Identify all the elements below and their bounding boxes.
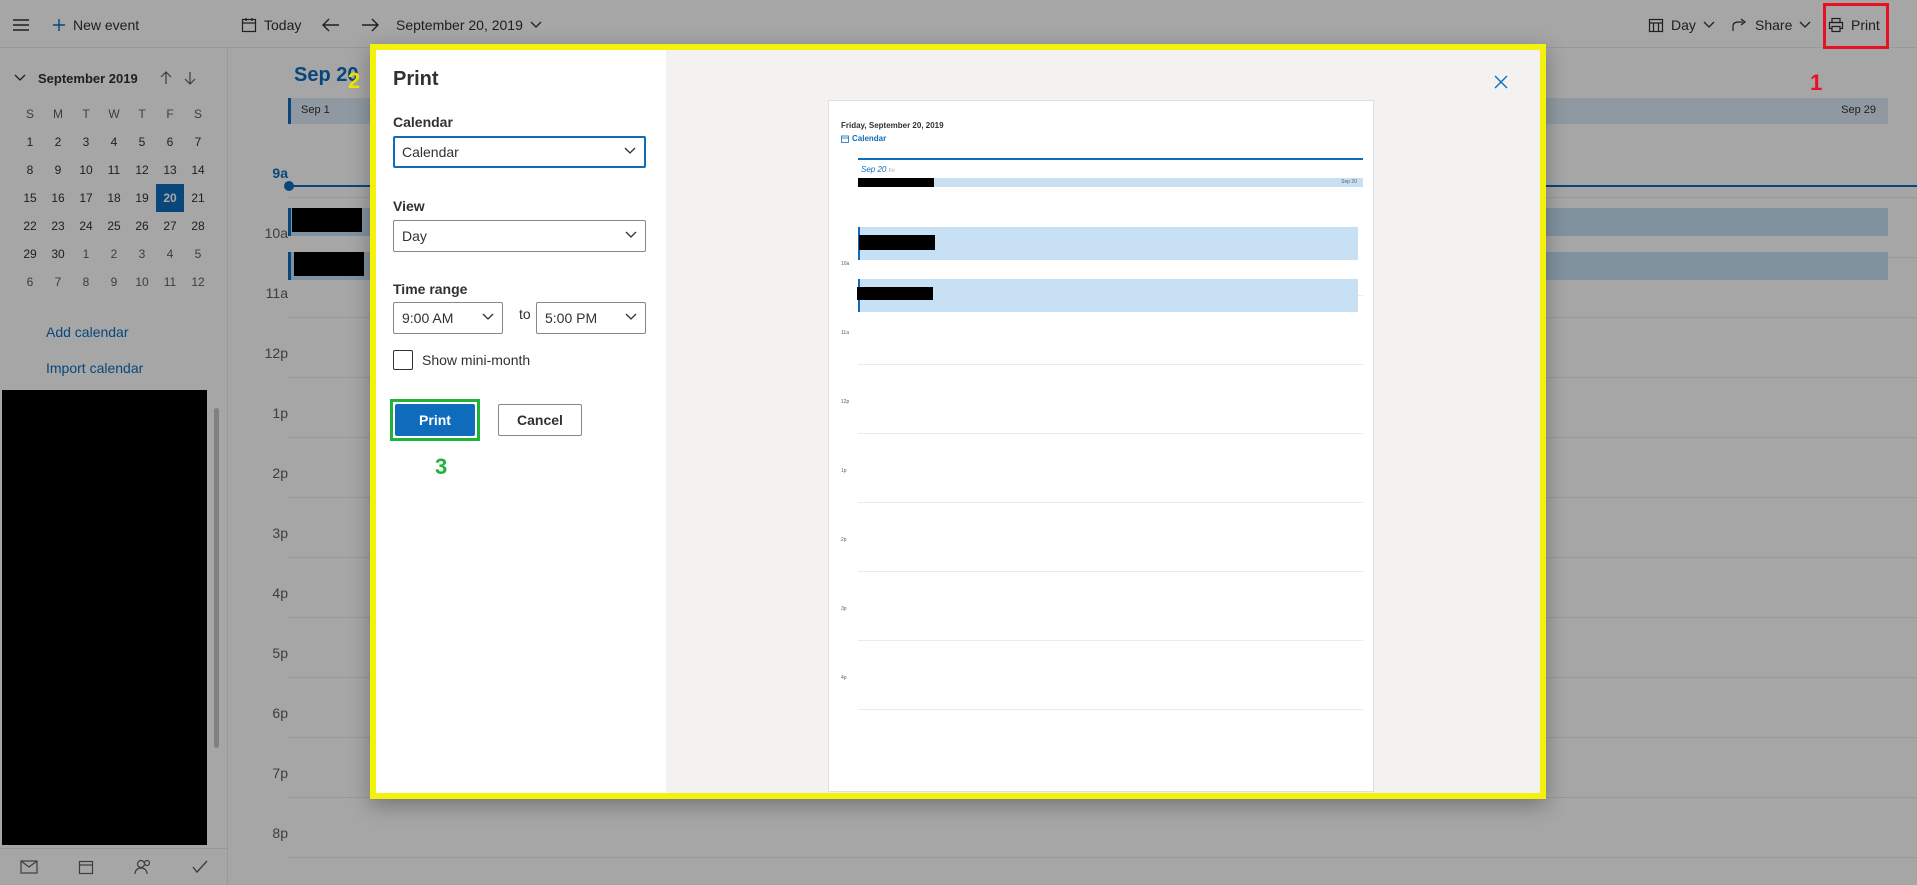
- close-icon[interactable]: [1491, 72, 1511, 92]
- preview-gridline: [858, 502, 1363, 503]
- annotation-step-3: 3: [435, 454, 448, 479]
- redacted-preview-event: [859, 235, 935, 250]
- preview-calendar-label: Calendar: [852, 134, 887, 143]
- end-time-dropdown[interactable]: 5:00 PM: [536, 302, 646, 334]
- print-preview-page: Friday, September 20, 2019 Calendar Sep …: [828, 100, 1374, 792]
- annotation-step-2: 2: [348, 68, 361, 93]
- time-range-to-label: to: [519, 306, 531, 322]
- preview-day-suffix: Fri: [888, 168, 895, 174]
- preview-date: Friday, September 20, 2019: [841, 121, 944, 130]
- annotation-highlight-print: [1823, 3, 1889, 49]
- dialog-title: Print: [393, 68, 439, 90]
- preview-strip-end: Sep 20: [1341, 179, 1357, 185]
- preview-hour-label: 4p: [841, 675, 847, 681]
- preview-gridline: [858, 709, 1363, 710]
- print-preview-panel: Friday, September 20, 2019 Calendar Sep …: [666, 50, 1540, 793]
- preview-gridline: [858, 640, 1363, 641]
- calendar-dropdown-value: Calendar: [402, 144, 459, 160]
- preview-hour-label: 2p: [841, 537, 847, 543]
- calendar-field-label: Calendar: [393, 114, 453, 130]
- print-dialog: Print Calendar Calendar View Day Time ra…: [370, 44, 1546, 799]
- print-confirm-button[interactable]: Print: [395, 404, 475, 436]
- preview-hour-label: 11a: [841, 330, 849, 336]
- preview-day-label: Sep 20 Fri: [861, 165, 894, 174]
- preview-gridline: [858, 364, 1363, 365]
- preview-header-line: [858, 158, 1363, 160]
- chevron-down-icon: [482, 313, 494, 320]
- redacted-preview-event: [857, 287, 933, 300]
- calendar-icon: [841, 135, 849, 143]
- view-field-label: View: [393, 198, 425, 214]
- preview-gridline: [858, 571, 1363, 572]
- show-mini-month-label[interactable]: Show mini-month: [422, 352, 530, 368]
- preview-calendar-name: Calendar: [841, 134, 886, 143]
- start-time-value: 9:00 AM: [402, 310, 454, 326]
- preview-gridline: [858, 433, 1363, 434]
- show-mini-month-checkbox[interactable]: [393, 350, 413, 370]
- chevron-down-icon: [624, 147, 636, 154]
- preview-event-block: [858, 279, 1358, 312]
- time-range-label: Time range: [393, 281, 468, 297]
- end-time-value: 5:00 PM: [545, 310, 598, 326]
- chevron-down-icon: [625, 231, 637, 238]
- preview-day-date: Sep 20: [861, 165, 887, 174]
- print-options-panel: Print Calendar Calendar View Day Time ra…: [376, 50, 666, 793]
- view-dropdown-value: Day: [402, 228, 427, 244]
- start-time-dropdown[interactable]: 9:00 AM: [393, 302, 503, 334]
- calendar-dropdown[interactable]: Calendar: [393, 136, 646, 168]
- chevron-down-icon: [625, 313, 637, 320]
- cancel-button[interactable]: Cancel: [498, 404, 582, 436]
- preview-hour-label: 3p: [841, 606, 847, 612]
- annotation-step-1: 1: [1810, 70, 1823, 95]
- preview-hour-label: 1p: [841, 468, 847, 474]
- view-dropdown[interactable]: Day: [393, 220, 646, 252]
- preview-hour-label: 10a: [841, 261, 850, 267]
- redacted-preview-title: [858, 178, 934, 187]
- preview-hour-label: 12p: [841, 399, 850, 405]
